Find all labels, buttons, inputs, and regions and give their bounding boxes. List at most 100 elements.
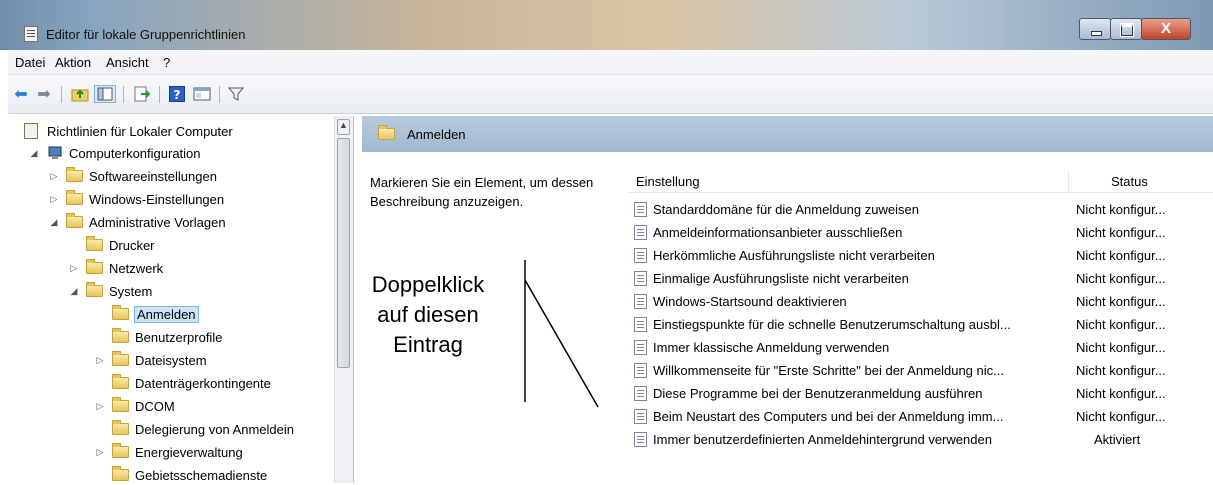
tree-item-dcom[interactable]: ▷ DCOM xyxy=(94,396,175,416)
policy-row[interactable]: Immer benutzerdefinierten Anmeldehinterg… xyxy=(634,428,1213,450)
policy-icon xyxy=(24,123,38,139)
policy-row[interactable]: Standarddomäne für die Anmeldung zuweise… xyxy=(634,198,1213,220)
tree-item-netzwerk[interactable]: ▷ Netzwerk xyxy=(68,258,163,278)
collapsed-arrow-icon[interactable]: ▷ xyxy=(48,194,60,205)
policy-row[interactable]: Willkommenseite für "Erste Schritte" bei… xyxy=(634,359,1213,381)
tree-item-anmelden[interactable]: Anmelden xyxy=(112,304,199,324)
menu-ansicht[interactable]: Ansicht xyxy=(106,55,149,70)
menu-help[interactable]: ? xyxy=(163,55,170,70)
folder-icon xyxy=(112,328,129,343)
policy-setting-icon xyxy=(634,270,647,286)
forward-arrow-icon[interactable]: ➡ xyxy=(35,85,53,103)
tree-item-label: Delegierung von Anmeldein xyxy=(135,421,294,437)
folder-icon xyxy=(66,167,83,182)
menu-datei[interactable]: Datei xyxy=(15,55,45,70)
annotation-line: auf diesen xyxy=(377,302,479,327)
tree-item-label: Windows-Einstellungen xyxy=(89,191,225,207)
minimize-button[interactable] xyxy=(1079,18,1111,40)
folder-icon xyxy=(66,190,83,205)
policy-name: Immer benutzerdefinierten Anmeldehinterg… xyxy=(653,431,992,447)
properties-icon[interactable] xyxy=(192,85,212,103)
title-bar[interactable]: Editor für lokale Gruppenrichtlinien X xyxy=(0,0,1213,50)
policy-row[interactable]: Herkömmliche Ausführungsliste nicht vera… xyxy=(634,244,1213,266)
maximize-button[interactable] xyxy=(1110,18,1142,40)
collapsed-arrow-icon[interactable]: ▷ xyxy=(68,263,80,274)
expanded-arrow-icon[interactable]: ◢ xyxy=(68,286,80,297)
filter-icon[interactable] xyxy=(227,85,245,103)
gpedit-window: Editor für lokale Gruppenrichtlinien X D… xyxy=(0,0,1213,483)
folder-icon xyxy=(112,397,129,412)
folder-up-icon[interactable] xyxy=(70,85,90,103)
tree-item-label: Anmelden xyxy=(134,305,199,323)
policy-row[interactable]: Diese Programme bei der Benutzeranmeldun… xyxy=(634,382,1213,404)
collapsed-arrow-icon[interactable]: ▷ xyxy=(48,171,60,182)
toolbar: ⬅ ➡ ? xyxy=(8,75,1213,114)
details-title: Anmelden xyxy=(407,127,466,142)
policy-status: Nicht konfigur... xyxy=(1076,201,1166,217)
list-header: Einstellung Status xyxy=(628,170,1213,193)
back-arrow-icon[interactable]: ⬅ xyxy=(12,85,30,103)
toolbar-separator xyxy=(61,86,62,103)
policy-setting-icon xyxy=(634,362,647,378)
tree-item-delegierung[interactable]: Delegierung von Anmeldein xyxy=(112,419,294,439)
policy-name: Windows-Startsound deaktivieren xyxy=(653,293,847,309)
policy-status: Nicht konfigur... xyxy=(1076,270,1166,286)
tree-item-computerkonfiguration[interactable]: ◢ Computerkonfiguration xyxy=(28,143,201,163)
folder-icon xyxy=(112,443,129,458)
tree-item-softwareeinstellungen[interactable]: ▷ Softwareeinstellungen xyxy=(48,166,217,186)
toolbar-separator xyxy=(219,86,220,103)
policy-setting-icon xyxy=(634,224,647,240)
tree-item-drucker[interactable]: Drucker xyxy=(86,235,155,255)
close-button[interactable]: X xyxy=(1141,18,1191,40)
policy-status: Nicht konfigur... xyxy=(1076,385,1166,401)
policy-setting-icon xyxy=(634,293,647,309)
export-list-icon[interactable] xyxy=(132,85,152,103)
policy-row[interactable]: Windows-Startsound deaktivieren Nicht ko… xyxy=(634,290,1213,312)
show-hide-tree-icon[interactable] xyxy=(94,85,116,103)
close-icon: X xyxy=(1160,20,1171,37)
menu-aktion[interactable]: Aktion xyxy=(55,55,91,70)
collapsed-arrow-icon[interactable]: ▷ xyxy=(94,355,106,366)
tree-item-datentraegerkontingente[interactable]: Datenträgerkontingente xyxy=(112,373,271,393)
policy-name: Herkömmliche Ausführungsliste nicht vera… xyxy=(653,247,935,263)
details-header: Anmelden xyxy=(362,116,1213,152)
policy-status: Nicht konfigur... xyxy=(1076,224,1166,240)
tree-item-system[interactable]: ◢ System xyxy=(68,281,152,301)
expanded-arrow-icon[interactable]: ◢ xyxy=(48,217,60,228)
column-header-status[interactable]: Status xyxy=(1111,174,1148,189)
policy-row[interactable]: Anmeldeinformationsanbieter ausschließen… xyxy=(634,221,1213,243)
column-divider[interactable] xyxy=(1068,170,1069,192)
tree-root[interactable]: Richtlinien für Lokaler Computer xyxy=(24,121,233,141)
tree-item-energieverwaltung[interactable]: ▷ Energieverwaltung xyxy=(94,442,243,462)
menu-bar: Datei Aktion Ansicht ? xyxy=(8,50,1213,75)
tree-item-dateisystem[interactable]: ▷ Dateisystem xyxy=(94,350,207,370)
policy-row[interactable]: Einmalige Ausführungsliste nicht verarbe… xyxy=(634,267,1213,289)
tree-item-benutzerprofile[interactable]: Benutzerprofile xyxy=(112,327,222,347)
help-icon[interactable]: ? xyxy=(168,85,186,103)
collapsed-arrow-icon[interactable]: ▷ xyxy=(94,401,106,412)
tree-item-administrative-vorlagen[interactable]: ◢ Administrative Vorlagen xyxy=(48,212,226,232)
scroll-up-arrow-icon[interactable]: ▲ xyxy=(337,119,350,135)
svg-text:?: ? xyxy=(174,88,181,102)
annotation-diagonal-line xyxy=(524,279,599,408)
tree-item-windows-einstellungen[interactable]: ▷ Windows-Einstellungen xyxy=(48,189,224,209)
policy-status: Nicht konfigur... xyxy=(1076,247,1166,263)
policy-name: Diese Programme bei der Benutzeranmeldun… xyxy=(653,385,983,401)
policy-status: Nicht konfigur... xyxy=(1076,316,1166,332)
policy-row[interactable]: Immer klassische Anmeldung verwenden Nic… xyxy=(634,336,1213,358)
tree-item-label: Gebietsschemadienste xyxy=(135,467,268,483)
tree-item-label: Energieverwaltung xyxy=(135,444,243,460)
policy-row[interactable]: Beim Neustart des Computers und bei der … xyxy=(634,405,1213,427)
folder-icon xyxy=(112,351,129,366)
policy-setting-icon xyxy=(634,431,647,447)
expanded-arrow-icon[interactable]: ◢ xyxy=(28,148,40,159)
tree-item-gebietsschemadienste[interactable]: Gebietsschemadienste xyxy=(112,465,267,485)
tree-item-label: DCOM xyxy=(135,398,175,414)
policy-setting-icon xyxy=(634,201,647,217)
folder-icon xyxy=(112,466,129,481)
policy-setting-icon xyxy=(634,385,647,401)
policy-row[interactable]: Einstiegspunkte für die schnelle Benutze… xyxy=(634,313,1213,335)
annotation-text: Doppelklick auf diesen Eintrag xyxy=(338,270,518,360)
collapsed-arrow-icon[interactable]: ▷ xyxy=(94,447,106,458)
column-header-einstellung[interactable]: Einstellung xyxy=(636,174,700,189)
